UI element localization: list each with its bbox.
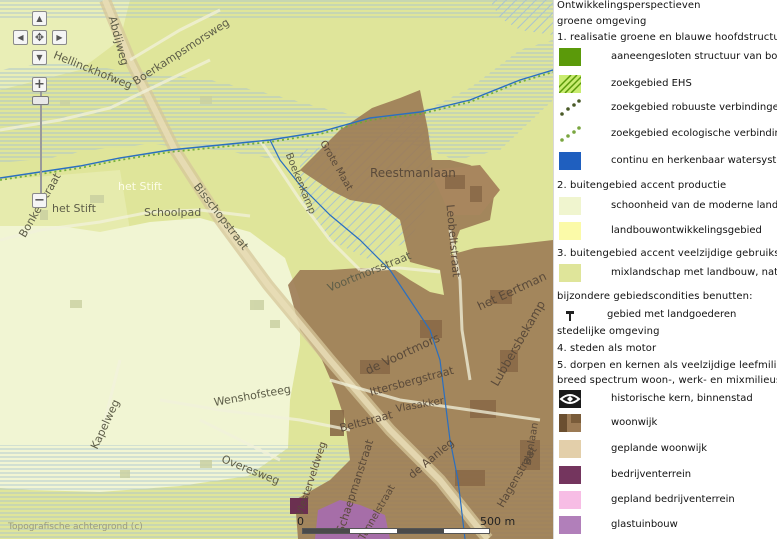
legend-item-zoekgebied-ehs: zoekgebied EHS: [557, 74, 777, 96]
legend-broad: breed spectrum woon-, werk- en mixmilieu…: [557, 375, 777, 386]
legend-label: continu en herkenbaar watersysteem: [611, 155, 777, 166]
swatch-pale-green: [559, 197, 581, 215]
legend-item-schoonheid: schoonheid van de moderne landbouw: [557, 196, 777, 218]
swatch-brown: [559, 414, 581, 432]
legend-item-geplande-woonwijk: geplande woonwijk: [557, 439, 777, 461]
legend-item-aaneengesloten: aaneengesloten structuur van bos en natu…: [557, 47, 777, 69]
zoom-slider-track[interactable]: [40, 92, 42, 194]
legend-item-landgoederen: gebied met landgoederen: [557, 305, 777, 327]
legend-title: Ontwikkelingsperspectieven: [557, 0, 701, 11]
swatch-beige: [559, 440, 581, 458]
swatch-dots-dark: [560, 99, 581, 116]
copyright-text[interactable]: Topografische achtergrond (c): [8, 522, 143, 532]
legend-label: zoekgebied ecologische verbindingszones: [611, 128, 777, 139]
scale-bar-segment: [303, 529, 350, 533]
historic-core-icon: [559, 390, 581, 408]
map-view[interactable]: Abdijweg Boerkampsmorsweg Hellinckhofweg…: [0, 0, 553, 539]
pan-left-button[interactable]: ◀: [13, 30, 28, 45]
legend-label: gepland bedrijventerrein: [611, 494, 735, 505]
swatch-light-purple: [559, 516, 581, 534]
swatch-solid-blue: [559, 152, 581, 170]
legend-heading-3: 3. buitengebied accent veelzijdige gebru…: [557, 248, 777, 259]
legend-item-mixlandschap: mixlandschap met landbouw, natuur en won…: [557, 263, 777, 285]
legend-label: glastuinbouw: [611, 519, 678, 530]
scale-bar-segment: [397, 529, 444, 533]
legend-item-gepland-bedrijventerrein: gepland bedrijventerrein: [557, 490, 777, 512]
legend-special: bijzondere gebiedscondities benutten:: [557, 291, 753, 302]
swatch-pink: [559, 491, 581, 509]
legend-item-ecologische: zoekgebied ecologische verbindingszones: [557, 124, 777, 146]
zoom-slider-handle[interactable]: [32, 96, 49, 105]
swatch-olive-yellow: [559, 264, 581, 282]
legend-label: gebied met landgoederen: [607, 309, 737, 320]
swatch-hatched-green: [559, 75, 581, 93]
legend-item-landbouw: landbouwontwikkelingsgebied: [557, 221, 777, 243]
legend-label: geplande woonwijk: [611, 443, 708, 454]
swatch-pale-yellow: [559, 222, 581, 240]
legend-label: historische kern, binnenstad: [611, 393, 753, 404]
legend-label: mixlandschap met landbouw, natuur en won…: [611, 267, 777, 278]
pan-right-button[interactable]: ▶: [52, 30, 67, 45]
legend-label: aaneengesloten structuur van bos en natu…: [611, 51, 777, 62]
legend-section-green: groene omgeving: [557, 16, 647, 27]
legend-label: zoekgebied EHS: [611, 78, 692, 89]
legend-item-robuuste: zoekgebied robuuste verbindingen: [557, 98, 777, 120]
swatch-dots-green: [560, 126, 581, 142]
legend-item-glastuinbouw: glastuinbouw: [557, 515, 777, 537]
legend-heading-4: 4. steden als motor: [557, 343, 657, 354]
zoom-out-button[interactable]: −: [32, 193, 47, 208]
legend-item-historische: historische kern, binnenstad: [557, 389, 777, 411]
swatch-dark-purple: [559, 466, 581, 484]
scale-start-label: 0: [297, 515, 304, 528]
estate-icon: [566, 311, 574, 321]
map-canvas: [0, 0, 553, 539]
pan-down-button[interactable]: ▼: [32, 50, 47, 65]
legend-label: woonwijk: [611, 417, 658, 428]
legend-label: bedrijventerrein: [611, 469, 692, 480]
legend-item-woonwijk: woonwijk: [557, 413, 777, 435]
scale-bar: [302, 528, 490, 534]
pan-up-button[interactable]: ▲: [32, 11, 47, 26]
legend-heading-1: 1. realisatie groene en blauwe hoofdstru…: [557, 32, 777, 43]
legend-heading-5: 5. dorpen en kernen als veelzijdige leef…: [557, 360, 777, 371]
scale-end-label: 500 m: [480, 515, 516, 528]
legend-label: schoonheid van de moderne landbouw: [611, 200, 777, 211]
legend-panel[interactable]: Ontwikkelingsperspectieven groene omgevi…: [553, 0, 777, 539]
legend-label: zoekgebied robuuste verbindingen: [611, 102, 777, 113]
swatch-solid-green: [559, 48, 581, 66]
legend-label: landbouwontwikkelingsgebied: [611, 225, 762, 236]
legend-item-watersysteem: continu en herkenbaar watersysteem: [557, 151, 777, 173]
legend-heading-2: 2. buitengebied accent productie: [557, 180, 727, 191]
pan-center-button[interactable]: ✥: [32, 30, 47, 45]
legend-item-bedrijventerrein: bedrijventerrein: [557, 465, 777, 487]
zoom-in-button[interactable]: +: [32, 77, 47, 92]
legend-urban: stedelijke omgeving: [557, 326, 660, 337]
